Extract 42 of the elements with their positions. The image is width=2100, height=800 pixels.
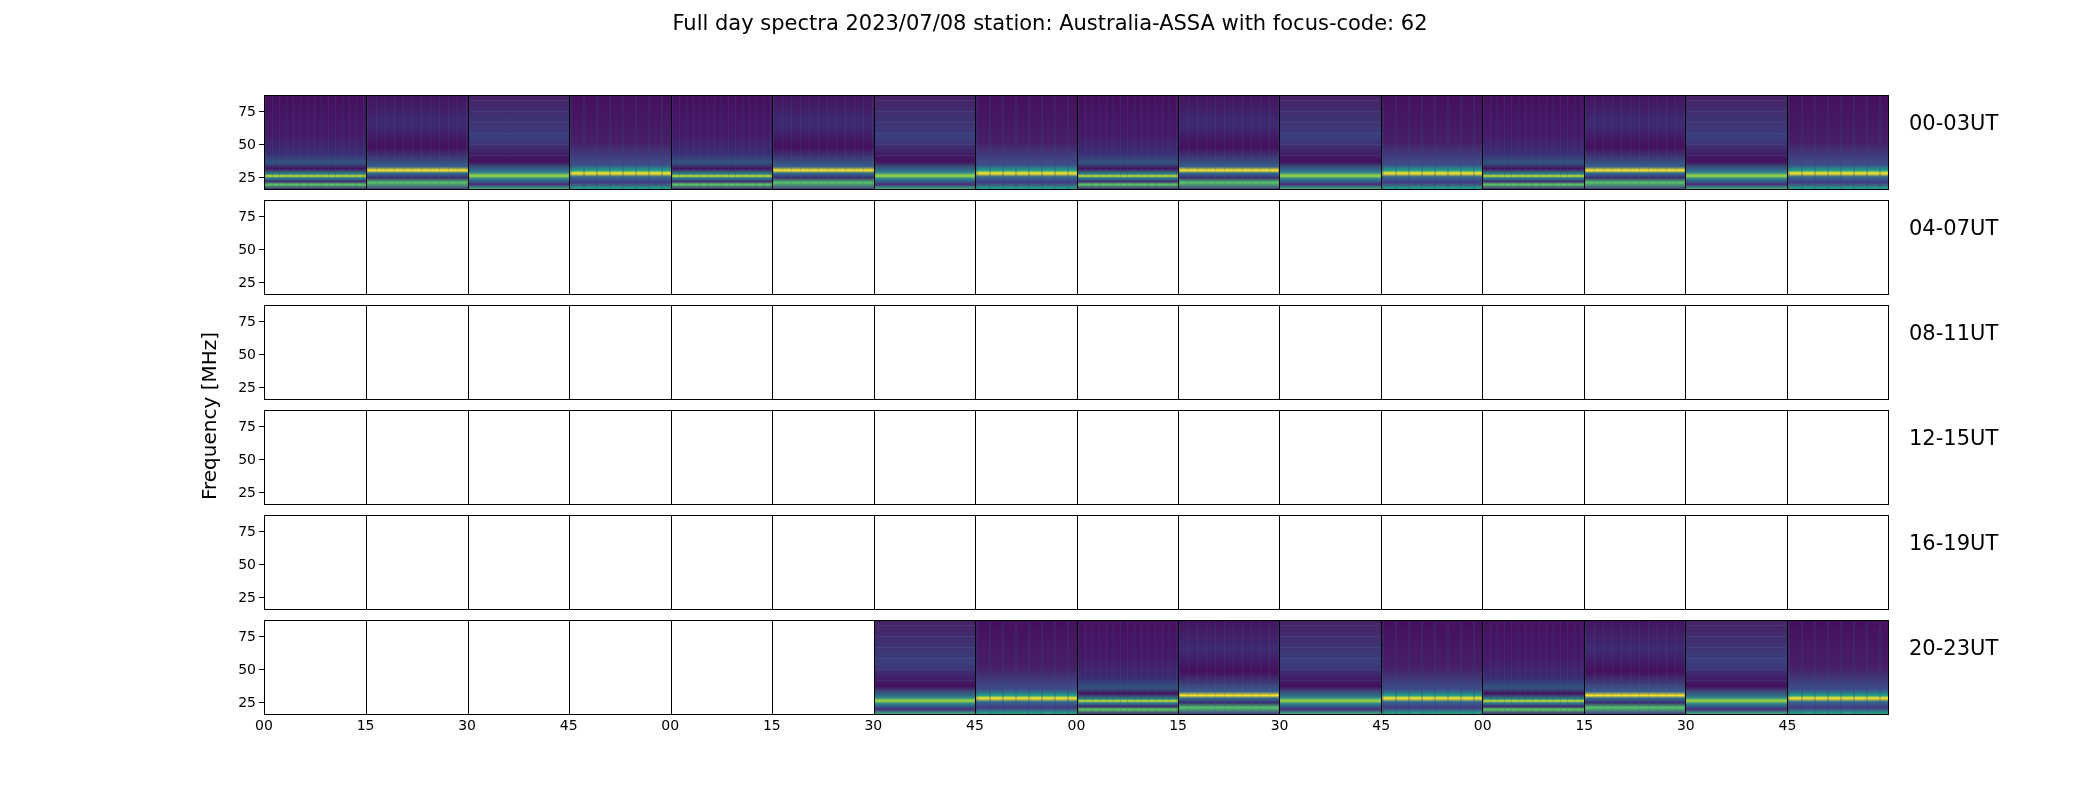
row-label: 16-19UT: [1908, 530, 1999, 557]
tick-label: 75: [238, 628, 256, 644]
tick-label: 75: [238, 313, 256, 329]
tick-label: 15: [1575, 717, 1594, 733]
tick-label: 30: [864, 717, 883, 733]
tick-label: 15: [762, 717, 781, 733]
row-label: 12-15UT: [1908, 425, 1999, 452]
tick-label: 00: [255, 717, 273, 733]
tick-label: 25: [238, 484, 256, 500]
tick-label: 50: [238, 241, 256, 257]
row-label: 20-23UT: [1908, 635, 1999, 662]
tick-label: 30: [1270, 717, 1289, 733]
tick-label: 50: [238, 451, 256, 467]
tick-label: 15: [1169, 717, 1187, 733]
tick-label: 25: [238, 274, 256, 290]
axis-label: Frequency [MHz]: [197, 331, 221, 501]
tick-label: 00: [1473, 717, 1492, 733]
tick-label: 50: [238, 661, 256, 677]
row-label: 08-11UT: [1908, 320, 1999, 347]
tick-label: 25: [238, 169, 256, 185]
tick-label: 30: [458, 717, 477, 733]
row-label: 04-07UT: [1908, 215, 1999, 242]
tick-label: 00: [1067, 717, 1086, 733]
tick-label: 25: [238, 694, 256, 710]
tick-label: 75: [238, 418, 256, 434]
tick-label: 25: [238, 379, 256, 395]
tick-label: 15: [356, 717, 375, 733]
figure-title: Full day spectra 2023/07/08 station: Australia-ASSA with focus-code: 62: [671, 10, 1429, 37]
tick-label: 25: [238, 589, 256, 605]
tick-label: 50: [238, 346, 256, 362]
tick-label: 45: [1778, 717, 1797, 733]
tick-label: 45: [1372, 717, 1391, 733]
tick-label: 75: [238, 523, 256, 539]
row-label: 00-03UT: [1908, 110, 1999, 137]
tick-label: 30: [1676, 717, 1695, 733]
tick-label: 50: [238, 556, 256, 572]
tick-label: 50: [238, 136, 256, 152]
tick-label: 75: [238, 208, 256, 224]
tick-label: 75: [238, 103, 256, 119]
tick-label: 00: [661, 717, 680, 733]
tick-label: 45: [559, 717, 578, 733]
tick-label: 45: [966, 717, 984, 733]
